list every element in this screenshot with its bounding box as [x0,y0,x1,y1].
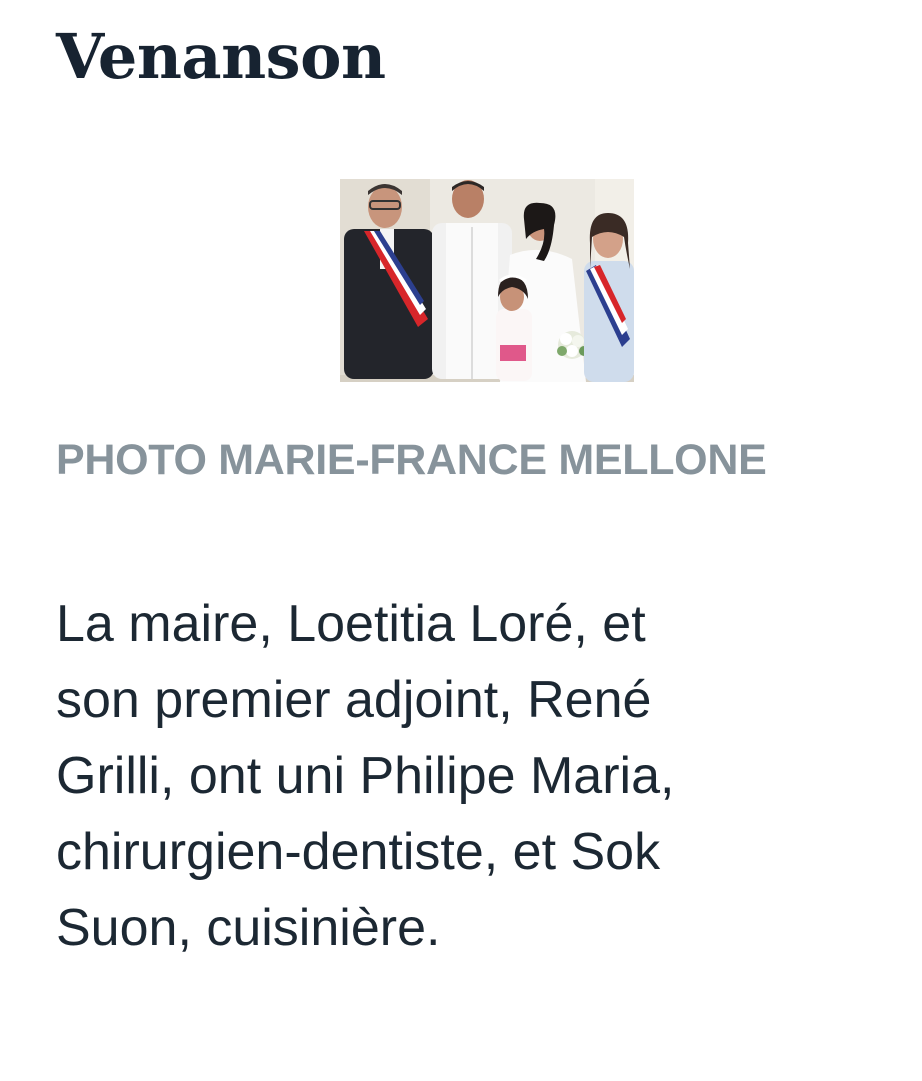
article-body: La maire, Loetitia Loré, et son premier … [56,586,896,966]
article-title: Venanson [56,20,386,93]
body-line: son premier adjoint, René [56,671,652,729]
body-line: La maire, Loetitia Loré, et [56,595,646,653]
body-line: Suon, cuisinière. [56,899,441,957]
article: Venanson PHOTO MARIE-FRANCE MELLONE La m… [0,0,922,1081]
wedding-photo-image [340,179,634,382]
person-child [496,274,532,381]
body-line: chirurgien-dentiste, et Sok [56,823,661,881]
person-right-woman [584,213,634,382]
wedding-photo[interactable] [340,179,634,382]
body-line: Grilli, ont uni Philipe Maria, [56,747,675,805]
photo-credit: PHOTO MARIE-FRANCE MELLONE [56,436,767,484]
